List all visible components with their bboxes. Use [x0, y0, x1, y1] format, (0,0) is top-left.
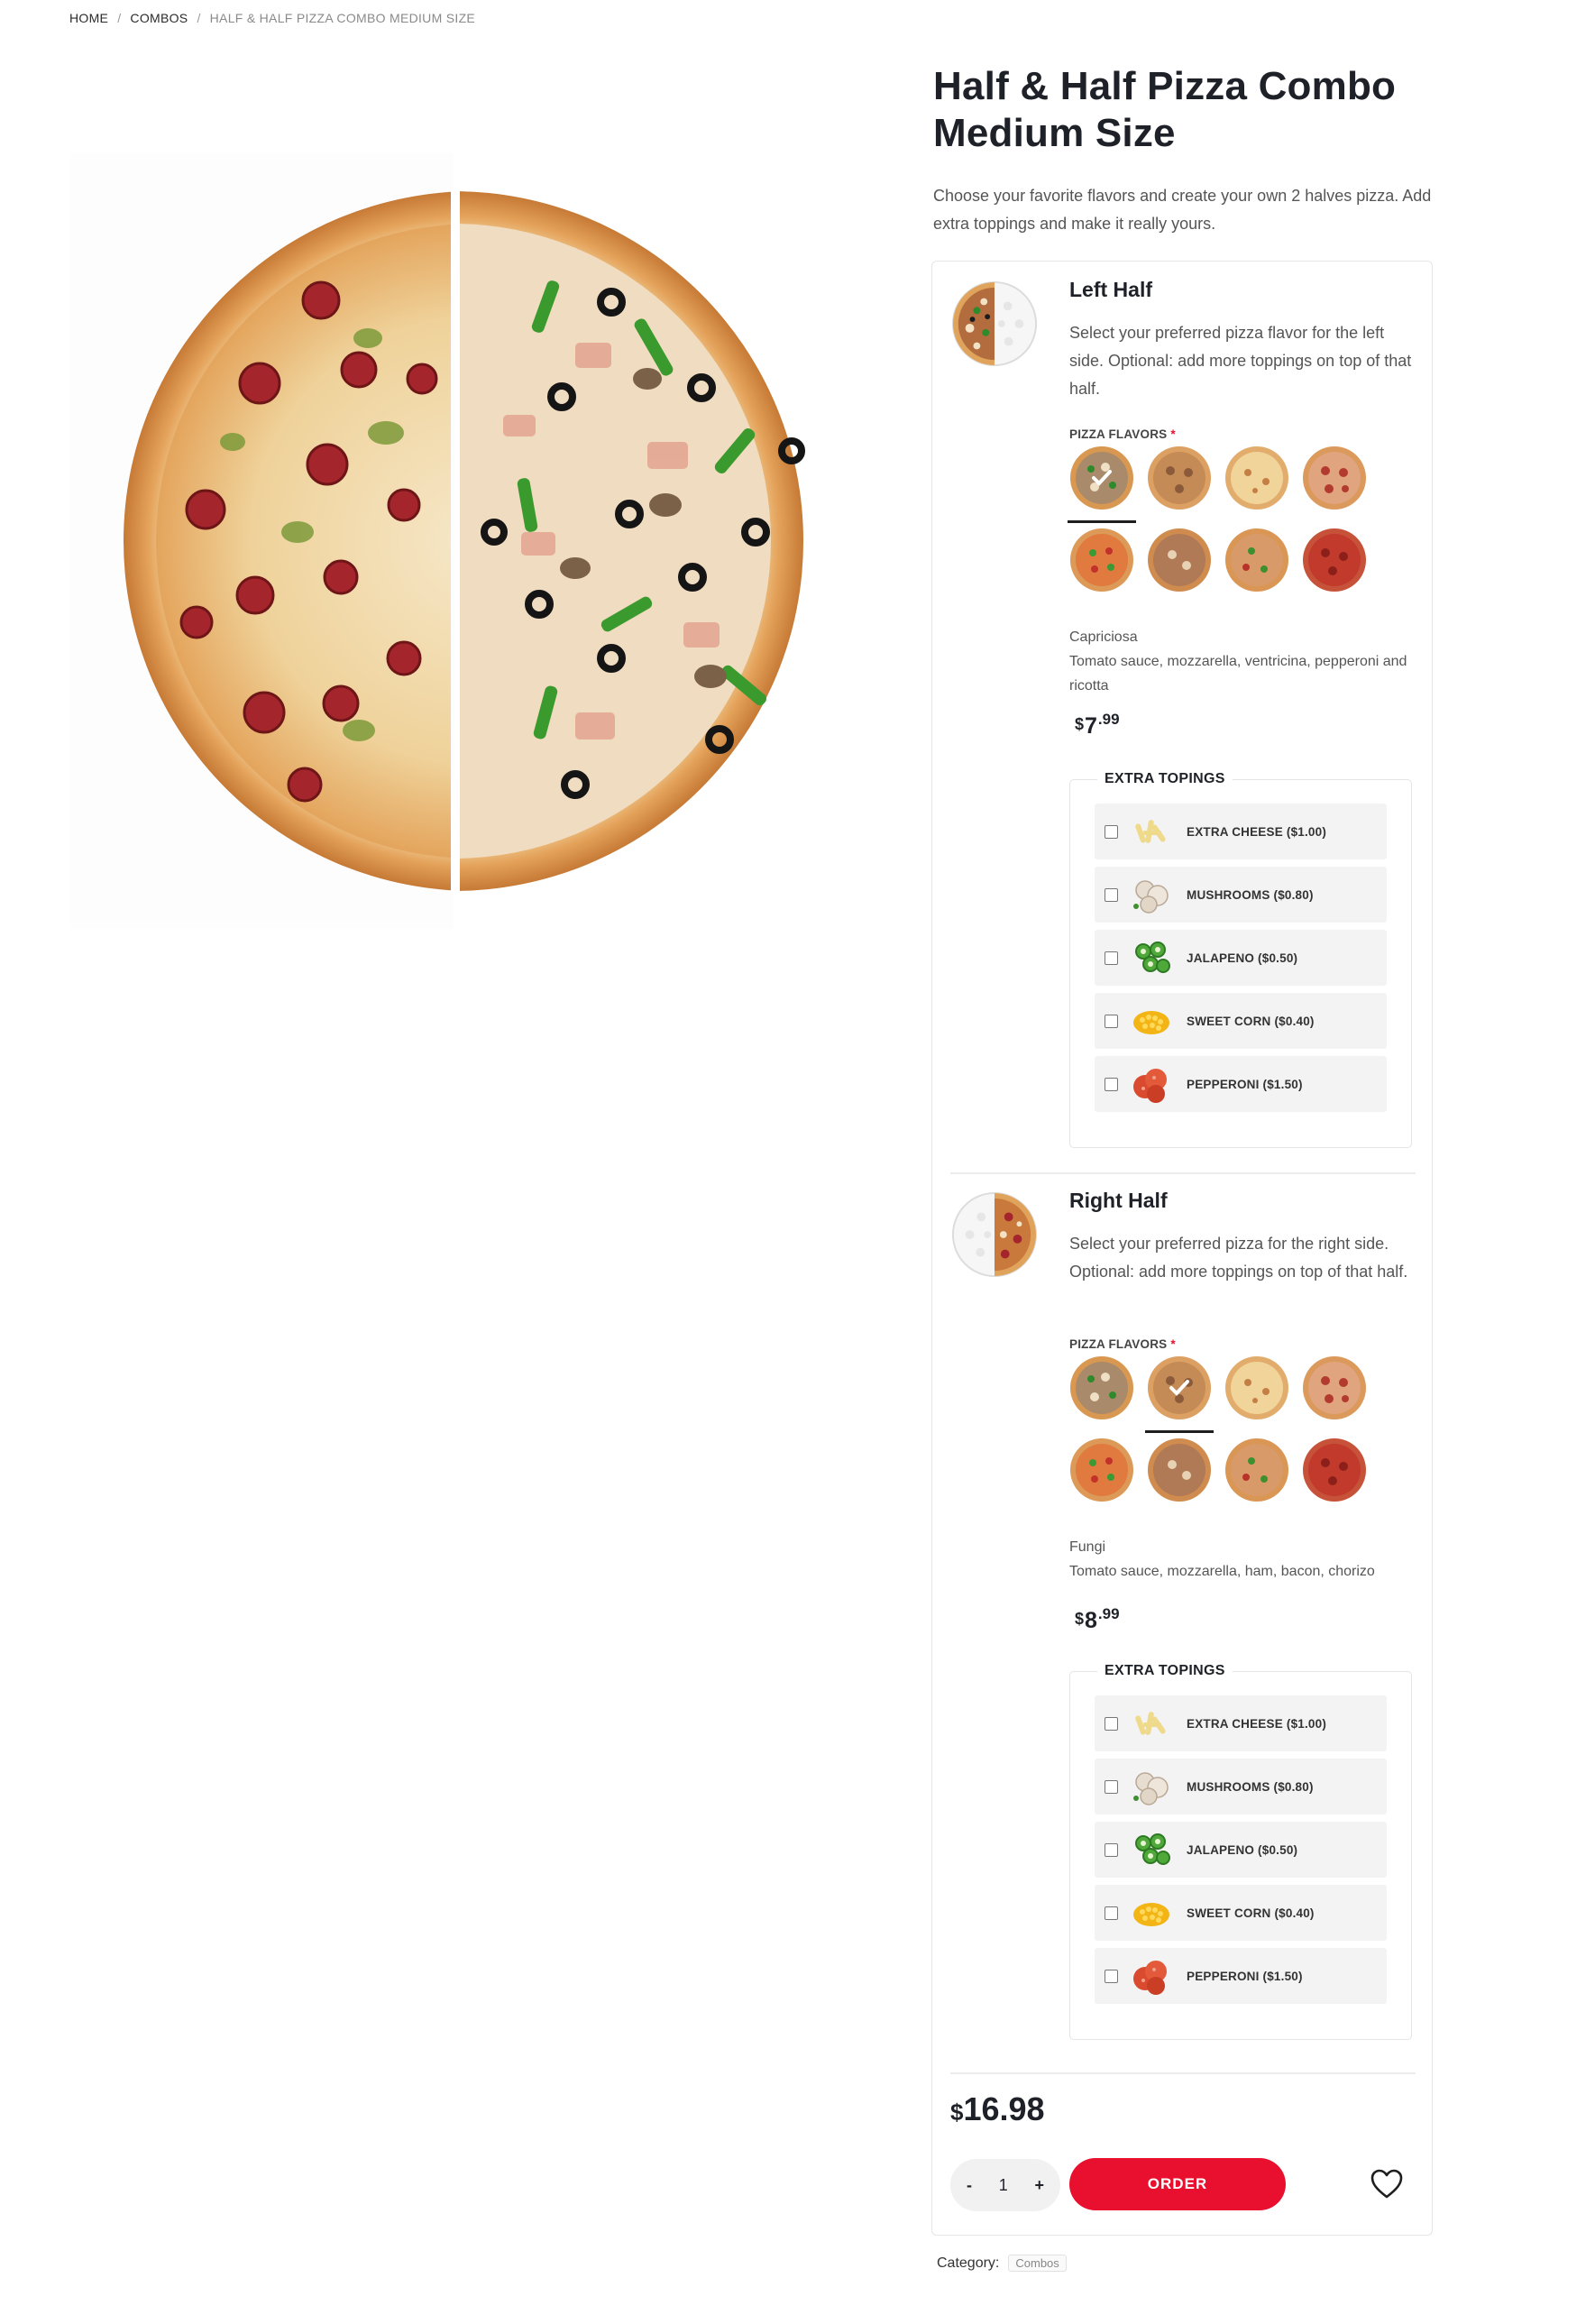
left-flavor-option-8[interactable] [1302, 528, 1367, 592]
left-topping-extra-cheese[interactable]: EXTRA CHEESE ($1.00) [1095, 804, 1387, 859]
topping-checkbox[interactable] [1105, 824, 1118, 839]
left-flavor-option-2[interactable] [1147, 446, 1212, 510]
right-flavor-option-capriciosa[interactable] [1069, 1355, 1134, 1420]
topping-checkbox[interactable] [1105, 887, 1118, 902]
right-flavor-option-4[interactable] [1302, 1355, 1367, 1420]
left-half-title: Left Half [1069, 278, 1152, 301]
breadcrumb-separator: / [197, 11, 201, 25]
right-half-thumbnail [950, 1190, 1039, 1279]
topping-checkbox[interactable] [1105, 1779, 1118, 1794]
total-price: $16.98 [950, 2090, 1045, 2127]
left-flavor-option-6[interactable] [1147, 528, 1212, 592]
checkmark-icon [1092, 470, 1112, 486]
left-topping-pepperoni[interactable]: PEPPERONI ($1.50) [1095, 1056, 1387, 1112]
left-half-thumbnail [950, 280, 1039, 368]
breadcrumb-combos-link[interactable]: COMBOS [130, 11, 188, 25]
right-half-price: $8.99 [1075, 1605, 1120, 1633]
left-half-price: $7.99 [1075, 711, 1120, 739]
order-button[interactable]: ORDER [1069, 2158, 1286, 2210]
left-topping-mushrooms[interactable]: MUSHROOMS ($0.80) [1095, 867, 1387, 923]
left-flavor-option-3[interactable] [1224, 446, 1289, 510]
left-flavor-option-4[interactable] [1302, 446, 1367, 510]
right-flavor-option-fungi[interactable] [1145, 1355, 1214, 1433]
left-half-description: Select your preferred pizza flavor for t… [1069, 324, 1412, 398]
right-topping-sweet-corn[interactable]: SWEET CORN ($0.40) [1095, 1885, 1387, 1941]
right-flavor-option-5[interactable] [1069, 1438, 1134, 1502]
checkmark-icon [1169, 1380, 1189, 1396]
right-half-title: Right Half [1069, 1189, 1168, 1212]
right-extra-toppings: EXTRA TOPINGS EXTRA CHEESE ($1.00) MUSHR… [1069, 1663, 1412, 2040]
breadcrumb: HOME / COMBOS / HALF & HALF PIZZA COMBO … [69, 11, 475, 25]
required-mark: * [1170, 1337, 1176, 1351]
left-selected-flavor-ingredients: Tomato sauce, mozzarella, ventricina, pe… [1069, 654, 1407, 694]
right-half-description: Select your preferred pizza for the righ… [1069, 1235, 1408, 1281]
right-flavors-label: PIZZA FLAVORS * [1069, 1337, 1176, 1351]
left-topping-jalapeno[interactable]: JALAPENO ($0.50) [1095, 930, 1387, 986]
right-topping-mushrooms[interactable]: MUSHROOMS ($0.80) [1095, 1759, 1387, 1814]
left-extra-toppings: EXTRA TOPINGS EXTRA CHEESE ($1.00) MUSHR… [1069, 771, 1412, 1148]
corn-icon [1129, 998, 1174, 1043]
left-topping-sweet-corn[interactable]: SWEET CORN ($0.40) [1095, 993, 1387, 1049]
breadcrumb-home-link[interactable]: HOME [69, 11, 108, 25]
section-divider [950, 2072, 1416, 2074]
cheese-icon [1129, 809, 1174, 854]
right-flavor-option-6[interactable] [1147, 1438, 1212, 1502]
topping-checkbox[interactable] [1105, 1014, 1118, 1028]
quantity-decrease-button[interactable]: - [967, 2176, 972, 2195]
left-extra-toppings-title: EXTRA TOPINGS [1105, 771, 1225, 786]
quantity-increase-button[interactable]: + [1034, 2176, 1044, 2195]
left-flavor-option-capriciosa[interactable] [1068, 446, 1136, 523]
right-flavor-option-3[interactable] [1224, 1355, 1289, 1420]
product-image[interactable] [70, 153, 882, 929]
right-topping-extra-cheese[interactable]: EXTRA CHEESE ($1.00) [1095, 1695, 1387, 1751]
mushroom-icon [1129, 1764, 1174, 1809]
right-topping-pepperoni[interactable]: PEPPERONI ($1.50) [1095, 1948, 1387, 2004]
right-topping-jalapeno[interactable]: JALAPENO ($0.50) [1095, 1822, 1387, 1878]
topping-checkbox[interactable] [1105, 1969, 1118, 1983]
right-flavor-option-8[interactable] [1302, 1438, 1367, 1502]
corn-icon [1129, 1890, 1174, 1935]
mushroom-icon [1129, 872, 1174, 917]
topping-checkbox[interactable] [1105, 1906, 1118, 1920]
right-selected-flavor-name: Fungi [1069, 1539, 1106, 1555]
left-selected-flavor-name: Capriciosa [1069, 629, 1138, 645]
quantity-value[interactable]: 1 [999, 2176, 1008, 2195]
topping-checkbox[interactable] [1105, 1077, 1118, 1091]
jalapeno-icon [1129, 1827, 1174, 1872]
left-flavor-option-5[interactable] [1069, 528, 1134, 592]
right-flavor-option-7[interactable] [1224, 1438, 1289, 1502]
quantity-stepper[interactable]: - 1 + [950, 2159, 1060, 2211]
pepperoni-icon [1129, 1953, 1174, 1998]
category-tag-combos[interactable]: Combos [1008, 2255, 1067, 2272]
product-title: Half & Half Pizza Combo Medium Size [933, 64, 1397, 155]
left-half-section: Left Half Select your preferred pizza fl… [932, 262, 1434, 1172]
wishlist-heart-icon[interactable] [1370, 2169, 1403, 2200]
breadcrumb-current: HALF & HALF PIZZA COMBO MEDIUM SIZE [209, 11, 476, 25]
cheese-icon [1129, 1701, 1174, 1746]
right-extra-toppings-title: EXTRA TOPINGS [1105, 1663, 1225, 1678]
right-selected-flavor-ingredients: Tomato sauce, mozzarella, ham, bacon, ch… [1069, 1564, 1375, 1579]
jalapeno-icon [1129, 935, 1174, 980]
topping-checkbox[interactable] [1105, 1842, 1118, 1857]
half-half-pizza-image [70, 153, 805, 929]
product-category: Category: Combos [937, 2255, 1067, 2272]
right-flavor-options [1069, 1355, 1376, 1518]
right-half-section: Right Half Select your preferred pizza f… [932, 1181, 1434, 2083]
combo-configurator: Left Half Select your preferred pizza fl… [931, 261, 1433, 2236]
product-description: Choose your favorite flavors and create … [933, 187, 1432, 233]
breadcrumb-separator: / [117, 11, 122, 25]
topping-checkbox[interactable] [1105, 1716, 1118, 1731]
pepperoni-icon [1129, 1061, 1174, 1107]
topping-checkbox[interactable] [1105, 951, 1118, 965]
left-flavor-options [1068, 446, 1376, 608]
left-flavors-label: PIZZA FLAVORS * [1069, 427, 1176, 441]
required-mark: * [1170, 427, 1176, 441]
left-flavor-option-7[interactable] [1224, 528, 1289, 592]
product-summary: Half & Half Pizza Combo Medium Size Choo… [933, 63, 1438, 238]
category-label: Category: [937, 2255, 1000, 2271]
section-divider [950, 1172, 1416, 1174]
